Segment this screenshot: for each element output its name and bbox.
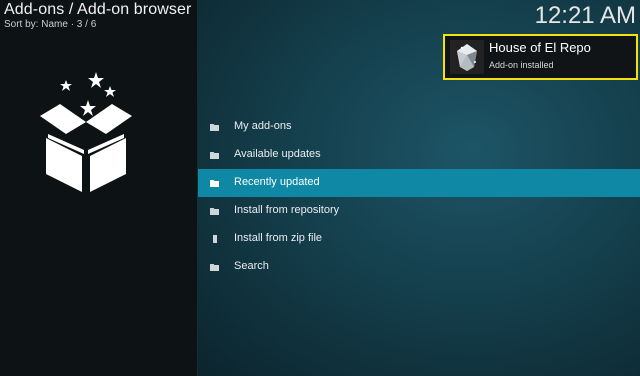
folder-icon xyxy=(210,180,219,187)
sort-info: Sort by: Name · 3 / 6 xyxy=(4,19,97,30)
menu-item-label: Install from repository xyxy=(234,204,340,216)
menu-item-install-from-repository[interactable]: Install from repository xyxy=(198,197,640,225)
menu-item-label: Search xyxy=(234,260,269,272)
open-box-with-stars-icon xyxy=(38,72,134,197)
clock: 12:21 AM xyxy=(534,2,636,29)
folder-icon xyxy=(210,264,219,271)
folder-icon xyxy=(210,208,219,215)
menu-item-install-from-zip[interactable]: Install from zip file xyxy=(198,225,640,253)
folder-icon xyxy=(210,124,219,131)
notification-title: House of El Repo xyxy=(489,40,591,55)
menu-item-label: Available updates xyxy=(234,148,321,160)
menu-item-recently-updated[interactable]: Recently updated xyxy=(198,169,640,197)
file-icon xyxy=(213,235,217,243)
folder-icon xyxy=(210,152,219,159)
menu-item-my-addons[interactable]: My add-ons xyxy=(198,113,640,141)
page-title: Add-ons / Add-on browser xyxy=(4,1,192,18)
notification-message: Add-on installed xyxy=(489,60,554,70)
menu-item-label: Recently updated xyxy=(234,176,320,188)
menu-item-search[interactable]: Search xyxy=(198,253,640,281)
menu-item-label: Install from zip file xyxy=(234,232,323,244)
menu-item-available-updates[interactable]: Available updates xyxy=(198,141,640,169)
menu-item-label: My add-ons xyxy=(234,120,292,132)
diamond-icon xyxy=(450,40,484,74)
addon-menu: My add-ons Available updates Recently up… xyxy=(198,113,640,281)
notification-toast[interactable]: House of El Repo Add-on installed xyxy=(443,34,638,80)
